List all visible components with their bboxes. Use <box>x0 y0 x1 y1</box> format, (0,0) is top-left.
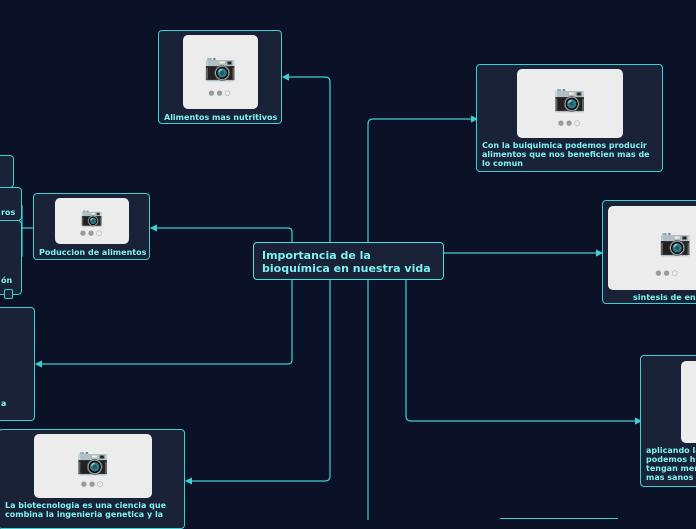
node-left-ros[interactable]: ros <box>0 187 22 221</box>
carousel-dots-icon: ●●○ <box>80 479 106 488</box>
camera-icon: 📷 <box>553 84 587 115</box>
node-left-on[interactable]: ón <box>0 220 22 295</box>
node-label: a <box>1 399 7 408</box>
camera-icon: 📷 <box>204 52 237 83</box>
central-topic[interactable]: Importancia de la bioquímica en nuestra … <box>253 242 444 280</box>
node-label: ón <box>1 276 13 285</box>
carousel-dots-icon: ●●○ <box>79 228 105 237</box>
carousel-dots-icon: ●●○ <box>655 268 680 277</box>
node-aplicando[interactable]: aplicando la podemos h tengan men mas sa… <box>640 355 696 487</box>
edge-nutritivos <box>281 73 331 242</box>
node-label: aplicando la podemos h tengan men mas sa… <box>646 446 696 482</box>
edge-biotecnologia <box>184 280 331 485</box>
node-label: La biotecnologia es una ciencia que comb… <box>5 501 166 519</box>
collapse-toggle[interactable] <box>4 289 13 299</box>
node-enzimas[interactable]: 📷 ●●○ sintesis de enz <box>602 200 696 304</box>
node-label: ros <box>1 208 16 217</box>
camera-icon: 📷 <box>80 207 104 229</box>
edge-left-a <box>34 270 293 368</box>
carousel-dots-icon: ●●○ <box>208 89 233 98</box>
image-placeholder: 📷 ●●○ <box>608 206 696 290</box>
carousel-dots-icon: ●●○ <box>557 118 583 127</box>
node-produccion[interactable]: 📷 ●●○ Poduccion de alimentos <box>33 193 150 260</box>
node-left-a[interactable]: a <box>0 307 35 421</box>
node-label: sintesis de enz <box>633 293 696 302</box>
node-left-top[interactable] <box>0 155 14 188</box>
node-label: Con la buiquimica podemos producir alime… <box>482 141 650 168</box>
node-label: Alimentos mas nutritivos <box>164 113 278 122</box>
image-placeholder <box>681 361 696 443</box>
node-beneficien[interactable]: 📷 ●●○ Con la buiquimica podemos producir… <box>476 64 663 172</box>
node-nutritivos[interactable]: 📷 ●●○ Alimentos mas nutritivos <box>158 30 282 124</box>
node-label: Poduccion de alimentos <box>39 248 147 257</box>
image-placeholder: 📷 ●●○ <box>183 35 258 109</box>
node-biotecnologia[interactable]: 📷 ●●○ La biotecnologia es una ciencia qu… <box>0 429 185 529</box>
image-placeholder: 📷 ●●○ <box>517 69 623 138</box>
camera-icon: 📷 <box>76 447 110 478</box>
edge-beneficien <box>367 115 479 242</box>
image-placeholder: 📷 ●●○ <box>34 434 152 498</box>
central-topic-label: Importancia de la bioquímica en nuestra … <box>262 249 431 275</box>
camera-icon: 📷 <box>659 227 692 258</box>
image-placeholder: 📷 ●●○ <box>55 198 129 244</box>
